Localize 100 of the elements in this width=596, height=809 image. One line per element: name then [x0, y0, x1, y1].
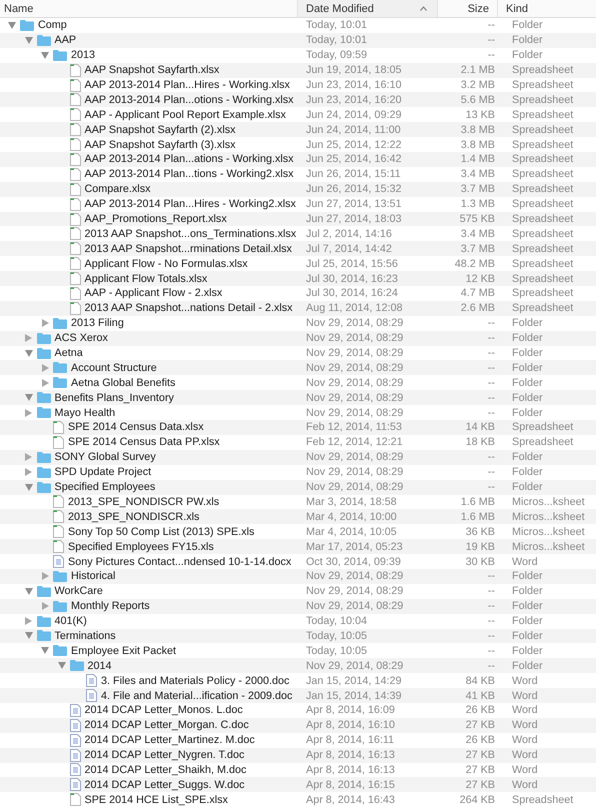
folder-name[interactable]: Benefits Plans_Inventory [54, 392, 174, 404]
folder-name[interactable]: Specified Employees [54, 481, 156, 494]
date-modified: Jun 24, 2014, 09:29 [305, 108, 402, 121]
disclosure-triangle-icon[interactable] [25, 408, 32, 417]
file-size: -- [486, 362, 496, 374]
disclosure-triangle-icon[interactable] [25, 468, 32, 476]
file-size: 3.7 MB [460, 242, 496, 255]
file-name[interactable]: Specified Employees FY15.xls [68, 540, 214, 553]
folder-name[interactable]: Account Structure [71, 362, 157, 374]
disclosure-triangle-icon[interactable] [42, 378, 48, 387]
disclosure-triangle-icon[interactable] [25, 453, 32, 462]
file-name[interactable]: AAP - Applicant Pool Report Example.xlsx [84, 108, 286, 121]
file-name[interactable]: 2014 DCAP Letter_Shaikh, M.doc [84, 764, 246, 776]
disclosure-triangle-icon[interactable] [42, 319, 48, 328]
file-size: 1.3 MB [460, 198, 496, 210]
folder-name[interactable]: Mayo Health [54, 406, 116, 419]
disclosure-triangle-icon[interactable] [24, 350, 32, 357]
folder-name[interactable]: Comp [38, 19, 67, 32]
folder-name[interactable]: AAP [54, 34, 76, 46]
folder-name[interactable]: SPD Update Project [54, 466, 152, 478]
file-kind: Word [511, 704, 539, 716]
file-name[interactable]: AAP 2013-2014 Plan...otions - Working.xlsx [84, 94, 294, 106]
folder-name[interactable]: WorkCare [54, 585, 103, 598]
date-modified: Apr 8, 2014, 16:13 [305, 764, 396, 776]
date-modified: Nov 29, 2014, 08:29 [305, 317, 404, 330]
file-size: 14 KB [464, 421, 496, 434]
folder-name[interactable]: SONY Global Survey [54, 451, 156, 464]
disclosure-triangle-icon[interactable] [42, 572, 48, 580]
date-modified: Apr 8, 2014, 16:13 [305, 749, 396, 762]
folder-name[interactable]: Historical [71, 570, 116, 582]
file-name[interactable]: 3. Files and Materials Policy - 2000.doc [101, 674, 290, 687]
folder-name[interactable]: Monthly Reports [71, 600, 150, 612]
file-name[interactable]: AAP Snapshot Sayfarth (3).xlsx [84, 138, 236, 151]
disclosure-triangle-icon[interactable] [24, 588, 32, 595]
file-name[interactable]: SPE 2014 HCE List_SPE.xlsx [84, 794, 228, 806]
folder-icon [53, 600, 67, 612]
disclosure-triangle-icon[interactable] [58, 662, 66, 670]
file-name[interactable]: AAP 2013-2014 Plan...tions - Working2.xlsx [84, 168, 294, 180]
file-name[interactable]: 2014 DCAP Letter_Monos. L.doc [84, 704, 243, 716]
file-size: 264 KB [458, 794, 496, 806]
file-size: 3.8 MB [460, 138, 496, 151]
file-name[interactable]: Sony Pictures Contact...ndensed 10-1-14.docx [68, 556, 292, 568]
file-name[interactable]: 2013 AAP Snapshot...nations Detail - 2.xlsx [84, 302, 293, 314]
folder-name[interactable]: Aetna Global Benefits [71, 376, 176, 389]
file-name[interactable]: 2013_SPE_NONDISCR.xls [68, 510, 200, 523]
file-name[interactable]: AAP_Promotions_Report.xlsx [84, 213, 227, 226]
file-kind: Folder [511, 615, 544, 628]
folder-icon [36, 332, 50, 344]
folder-icon [53, 362, 67, 374]
folder-name[interactable]: 401(K) [54, 615, 87, 628]
disclosure-triangle-icon[interactable] [24, 36, 32, 44]
disclosure-triangle-icon[interactable] [42, 602, 48, 610]
file-name[interactable]: Sony Top 50 Comp List (2013) SPE.xls [68, 526, 254, 538]
disclosure-triangle-icon[interactable] [8, 22, 16, 29]
folder-name[interactable]: ACS Xerox [54, 332, 108, 344]
file-name[interactable]: 2013 AAP Snapshot...ons_Terminations.xlsx [84, 228, 296, 240]
file-name[interactable]: 2013 AAP Snapshot...rminations Detail.xlsx [84, 242, 292, 255]
file-kind: Folder [511, 392, 544, 404]
disclosure-triangle-icon[interactable] [24, 484, 32, 491]
file-name[interactable]: 2014 DCAP Letter_Suggs. W.doc [84, 778, 245, 791]
disclosure-triangle-icon[interactable] [25, 617, 32, 626]
date-modified: Jan 15, 2014, 14:39 [305, 690, 402, 702]
file-name[interactable]: AAP 2013-2014 Plan...Hires - Working.xlsx [84, 79, 290, 91]
file-name[interactable]: AAP 2013-2014 Plan...ations - Working.xlsx [84, 153, 294, 166]
file-name[interactable]: 4. File and Material...ification - 2009.doc [101, 690, 292, 702]
folder-name[interactable]: 2013 Filing [71, 317, 124, 330]
file-name[interactable]: AAP 2013-2014 Plan...Hires - Working2.xlsx [84, 198, 296, 210]
file-name[interactable]: Applicant Flow Totals.xlsx [84, 272, 208, 285]
file-name[interactable]: AAP Snapshot Sayfarth.xlsx [84, 64, 220, 76]
folder-name[interactable]: 2014 [88, 660, 112, 672]
column-header[interactable]: Kind [498, 0, 596, 17]
file-name[interactable]: SPE 2014 Census Data.xlsx [68, 421, 204, 434]
folder-name[interactable]: 2013 [71, 49, 96, 62]
disclosure-triangle-icon[interactable] [41, 52, 49, 59]
disclosure-triangle-icon[interactable] [42, 364, 48, 372]
disclosure-triangle-icon[interactable] [25, 334, 32, 342]
file-size: 2.1 MB [460, 64, 496, 76]
file-name[interactable]: 2014 DCAP Letter_Martinez. M.doc [84, 734, 255, 746]
column-header[interactable]: Date Modified [298, 0, 438, 17]
file-name[interactable]: AAP Snapshot Sayfarth (2).xlsx [84, 124, 236, 136]
disclosure-triangle-icon[interactable] [24, 632, 32, 640]
file-name[interactable]: 2014 DCAP Letter_Morgan. C.doc [84, 719, 249, 732]
folder-name[interactable]: Employee Exit Packet [71, 644, 176, 657]
file-name[interactable]: Compare.xlsx [84, 183, 150, 196]
folder-name[interactable]: Terminations [54, 630, 116, 642]
disclosure-triangle-icon[interactable] [24, 394, 32, 402]
file-kind: Spreadsheet [511, 79, 574, 91]
file-name[interactable]: 2014 DCAP Letter_Nygren. T.doc [84, 749, 244, 762]
file-name[interactable]: Applicant Flow - No Formulas.xlsx [84, 258, 248, 270]
column-header[interactable]: Size [438, 0, 498, 17]
folder-icon [36, 482, 50, 493]
file-name[interactable]: 2013_SPE_NONDISCR PW.xls [68, 496, 220, 508]
file-size: 48.2 MB [454, 258, 496, 270]
file-size: -- [486, 570, 496, 582]
file-name[interactable]: AAP - Applicant Flow - 2.xlsx [84, 287, 222, 300]
folder-icon [36, 392, 50, 404]
file-kind: Folder [511, 406, 544, 419]
file-name[interactable]: SPE 2014 Census Data PP.xlsx [68, 436, 220, 448]
disclosure-triangle-icon[interactable] [41, 647, 49, 654]
folder-name[interactable]: Aetna [54, 347, 83, 360]
